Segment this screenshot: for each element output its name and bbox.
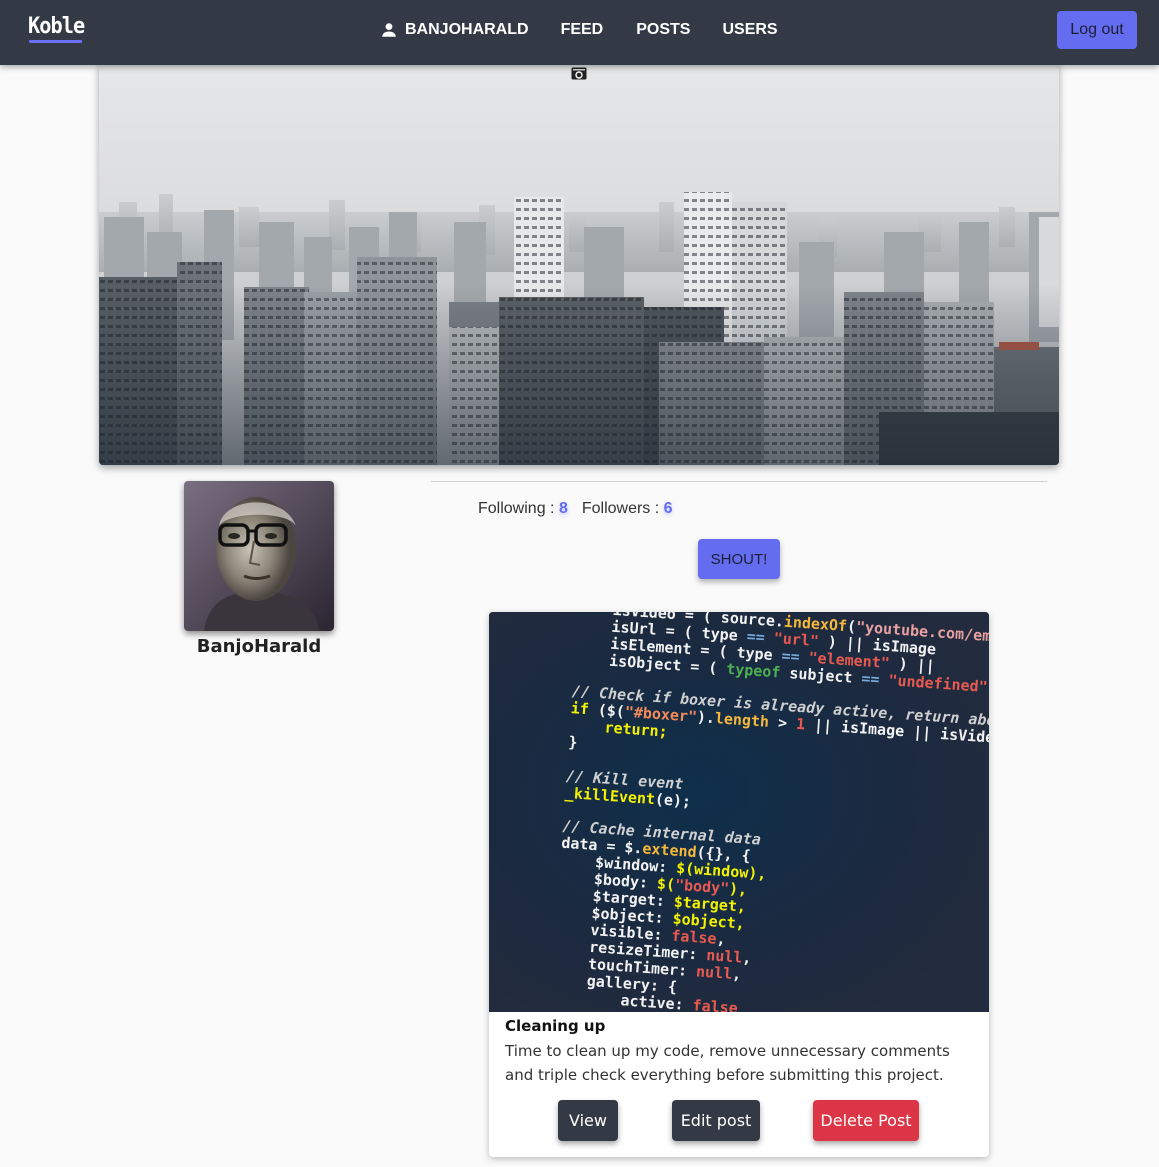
followers-count[interactable]: 6 — [664, 500, 673, 517]
nav-posts-link[interactable]: POSTS — [636, 21, 690, 39]
post-card: isVideo = ( source.indexOf("youtube.com/… — [489, 612, 989, 1157]
nav-profile-link[interactable]: BANJOHARALD — [380, 21, 529, 39]
top-navbar: Koble BANJOHARALD FEED POSTS USERS Log o… — [0, 0, 1159, 65]
user-icon — [382, 23, 396, 37]
following-stat[interactable]: Following : 8 — [478, 500, 568, 518]
post-title: Cleaning up — [505, 1017, 606, 1035]
edit-post-button[interactable]: Edit post — [672, 1100, 760, 1141]
camera-icon[interactable] — [571, 66, 587, 80]
post-image[interactable]: isVideo = ( source.indexOf("youtube.com/… — [489, 612, 989, 1012]
nav-profile-label: BANJOHARALD — [405, 21, 529, 38]
shout-button[interactable]: SHOUT! — [698, 539, 780, 579]
nav-feed-link[interactable]: FEED — [561, 21, 604, 39]
nav-users-link[interactable]: USERS — [722, 21, 777, 39]
following-label: Following : — [478, 500, 555, 517]
logo-underline — [29, 40, 82, 43]
logout-button[interactable]: Log out — [1057, 11, 1137, 49]
delete-post-button[interactable]: Delete Post — [813, 1100, 919, 1141]
code-screenshot-image: isVideo = ( source.indexOf("youtube.com/… — [489, 612, 989, 1012]
post-body: Time to clean up my code, remove unneces… — [505, 1042, 950, 1084]
followers-label: Followers : — [581, 500, 660, 517]
avatar — [184, 481, 334, 631]
profile-username: BanjoHarald — [196, 636, 322, 657]
profile-banner — [99, 62, 1059, 465]
main-nav: BANJOHARALD FEED POSTS USERS — [380, 19, 778, 41]
svg-text:}: } — [568, 733, 578, 752]
cityscape-image — [99, 62, 1059, 465]
stats-divider — [431, 481, 1047, 482]
view-post-button[interactable]: View — [558, 1100, 618, 1141]
followers-stat[interactable]: Followers : 6 — [582, 500, 673, 518]
app-logo[interactable]: Koble — [28, 14, 85, 39]
following-count[interactable]: 8 — [559, 500, 568, 517]
avatar-photo — [184, 481, 334, 631]
follow-stats: Following : 8 Followers : 6 — [478, 500, 673, 518]
